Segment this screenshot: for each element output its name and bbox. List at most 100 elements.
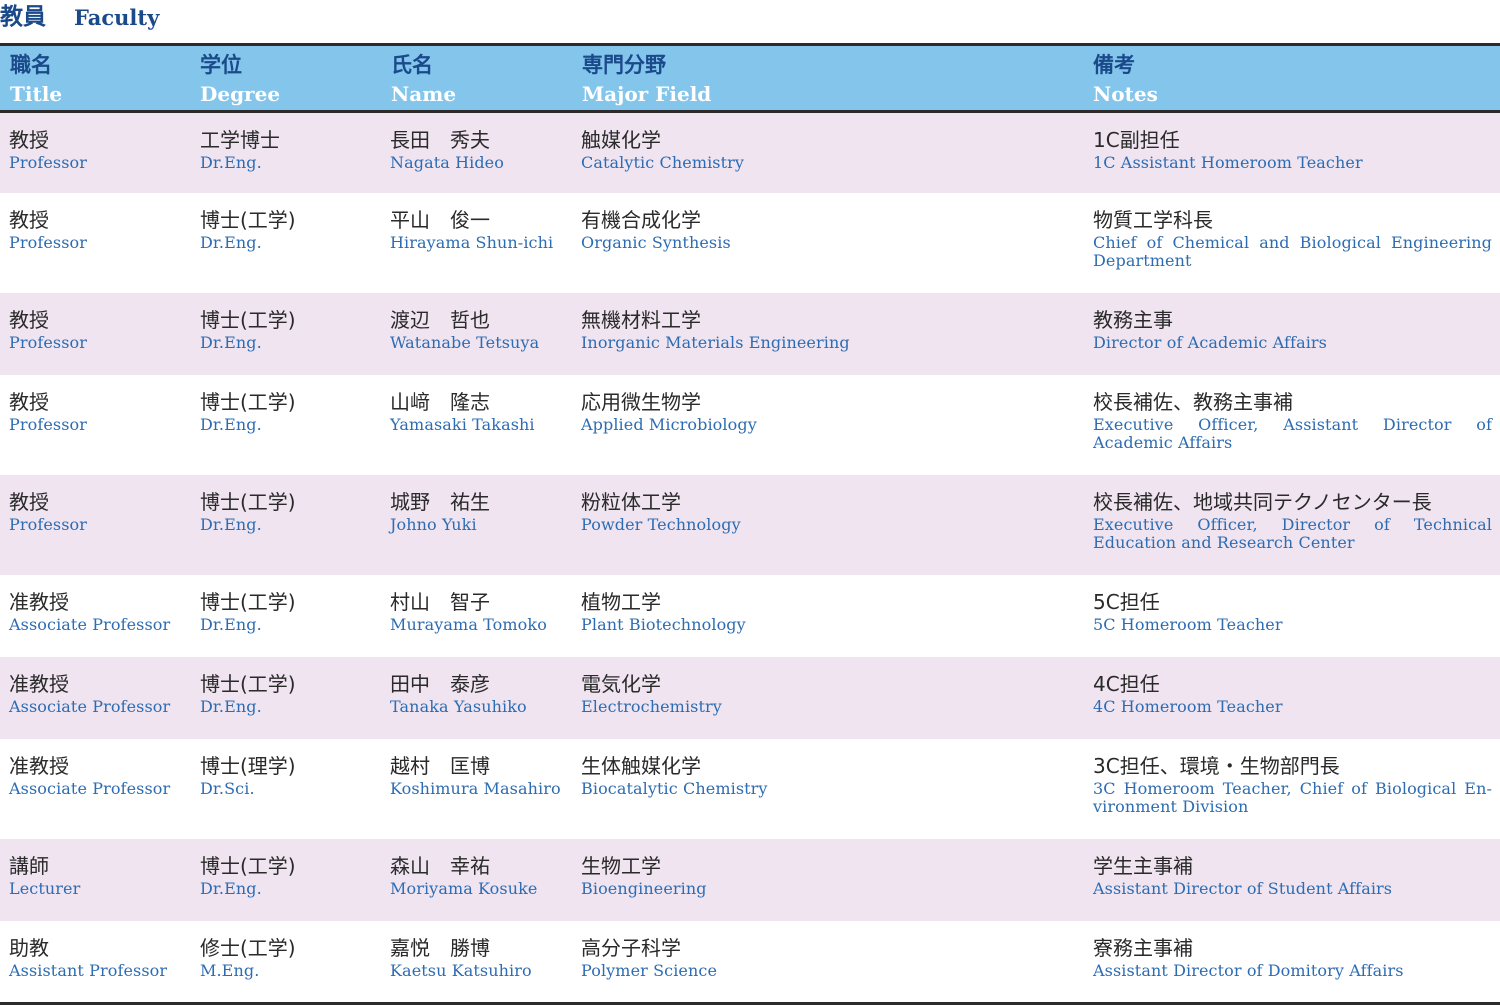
notes-cell: 3C担任、環境・生物部門長 3C Homeroom Teacher, Chief… — [1093, 754, 1493, 816]
degree-ja: 工学博士 — [200, 128, 280, 152]
title-cell: 教授 Professor — [9, 208, 189, 252]
field-en: Bioengineering — [581, 879, 707, 898]
notes-ja: 5C担任 — [1093, 590, 1160, 614]
column-header-en: Title — [10, 82, 63, 106]
title-en: Professor — [9, 333, 88, 352]
table-row: 教授 Professor 博士(工学) Dr.Eng. 城野 祐生 Johno … — [0, 475, 1500, 575]
title-cell: 准教授 Associate Professor — [9, 672, 189, 716]
faculty-table-header: 職名 Title 学位 Degree 氏名 Name 専門分野 Major Fi… — [0, 46, 1500, 110]
column-header-ja: 氏名 — [391, 53, 433, 77]
name-ja: 村山 智子 — [390, 590, 490, 614]
notes-ja: 物質工学科長 — [1093, 208, 1213, 232]
notes-cell: 5C担任 5C Homeroom Teacher — [1093, 590, 1493, 634]
name-cell: 越村 匡博 Koshimura Masahiro — [390, 754, 575, 798]
column-header-ja: 職名 — [10, 53, 52, 77]
degree-ja: 博士(工学) — [200, 308, 296, 332]
table-row: 講師 Lecturer 博士(工学) Dr.Eng. 森山 幸祐 Moriyam… — [0, 839, 1500, 921]
name-en: Watanabe Tetsuya — [390, 333, 540, 352]
notes-en: Assistant Director of Domitory Affairs — [1093, 961, 1404, 980]
name-cell: 嘉悦 勝博 Kaetsu Katsuhiro — [390, 936, 575, 980]
notes-ja: 1C副担任 — [1093, 128, 1180, 152]
name-ja: 渡辺 哲也 — [390, 308, 490, 332]
title-cell: 准教授 Associate Professor — [9, 590, 189, 634]
degree-en: Dr.Eng. — [200, 333, 262, 352]
field-cell: 応用微生物学 Applied Microbiology — [581, 390, 1081, 434]
notes-cell: 校長補佐、教務主事補 Executive Officer, Assistant … — [1093, 390, 1493, 452]
name-en: Nagata Hideo — [390, 153, 504, 172]
title-cell: 教授 Professor — [9, 490, 189, 534]
table-row: 教授 Professor 博士(工学) Dr.Eng. 渡辺 哲也 Watana… — [0, 293, 1500, 375]
degree-en: Dr.Eng. — [200, 515, 262, 534]
name-cell: 長田 秀夫 Nagata Hideo — [390, 128, 575, 172]
notes-ja: 校長補佐、地域共同テクノセンター長 — [1093, 490, 1432, 514]
field-ja: 粉粒体工学 — [581, 490, 681, 514]
notes-cell: 学生主事補 Assistant Director of Student Affa… — [1093, 854, 1493, 898]
field-en: Inorganic Materials Engineering — [581, 333, 850, 352]
field-ja: 触媒化学 — [581, 128, 661, 152]
name-ja: 越村 匡博 — [390, 754, 490, 778]
notes-cell: 物質工学科長 Chief of Chemical and Biological … — [1093, 208, 1493, 270]
degree-cell: 博士(工学) Dr.Eng. — [200, 490, 380, 534]
notes-en: Executive Officer, Assistant Director of… — [1093, 415, 1492, 452]
notes-ja: 教務主事 — [1093, 308, 1173, 332]
field-cell: 粉粒体工学 Powder Technology — [581, 490, 1081, 534]
degree-en: Dr.Eng. — [200, 415, 262, 434]
title-ja: 教授 — [9, 308, 49, 332]
name-cell: 渡辺 哲也 Watanabe Tetsuya — [390, 308, 575, 352]
notes-en: Director of Academic Affairs — [1093, 333, 1327, 352]
table-row: 助教 Assistant Professor 修士(工学) M.Eng. 嘉悦 … — [0, 921, 1500, 1002]
field-cell: 高分子科学 Polymer Science — [581, 936, 1081, 980]
field-en: Organic Synthesis — [581, 233, 731, 252]
name-cell: 平山 俊一 Hirayama Shun-ichi — [390, 208, 575, 252]
degree-ja: 博士(工学) — [200, 672, 296, 696]
table-row: 准教授 Associate Professor 博士(工学) Dr.Eng. 田… — [0, 657, 1500, 739]
title-cell: 講師 Lecturer — [9, 854, 189, 898]
notes-cell: 教務主事 Director of Academic Affairs — [1093, 308, 1493, 352]
name-en: Johno Yuki — [390, 515, 477, 534]
name-cell: 山﨑 隆志 Yamasaki Takashi — [390, 390, 575, 434]
name-cell: 森山 幸祐 Moriyama Kosuke — [390, 854, 575, 898]
degree-en: Dr.Eng. — [200, 153, 262, 172]
name-cell: 田中 泰彦 Tanaka Yasuhiko — [390, 672, 575, 716]
field-en: Catalytic Chemistry — [581, 153, 745, 172]
notes-cell: 校長補佐、地域共同テクノセンター長 Executive Officer, Dir… — [1093, 490, 1493, 552]
table-row: 教授 Professor 博士(工学) Dr.Eng. 平山 俊一 Hiraya… — [0, 193, 1500, 293]
notes-cell: 1C副担任 1C Assistant Homeroom Teacher — [1093, 128, 1493, 172]
field-cell: 生物工学 Bioengineering — [581, 854, 1081, 898]
column-header-en: Notes — [1093, 82, 1158, 106]
title-ja: 准教授 — [9, 590, 69, 614]
degree-en: Dr.Eng. — [200, 615, 262, 634]
name-en: Hirayama Shun-ichi — [390, 233, 554, 252]
name-cell: 城野 祐生 Johno Yuki — [390, 490, 575, 534]
title-en: Professor — [9, 415, 88, 434]
field-cell: 有機合成化学 Organic Synthesis — [581, 208, 1081, 252]
field-ja: 生体触媒化学 — [581, 754, 701, 778]
title-ja: 教授 — [9, 208, 49, 232]
degree-ja: 博士(工学) — [200, 390, 296, 414]
notes-cell: 寮務主事補 Assistant Director of Domitory Aff… — [1093, 936, 1493, 980]
title-en: Lecturer — [9, 879, 81, 898]
field-en: Polymer Science — [581, 961, 718, 980]
column-header-en: Name — [391, 82, 457, 106]
page-title-en: Faculty — [74, 5, 160, 30]
notes-ja: 校長補佐、教務主事補 — [1093, 390, 1293, 414]
title-cell: 助教 Assistant Professor — [9, 936, 189, 980]
table-row: 教授 Professor 博士(工学) Dr.Eng. 山﨑 隆志 Yamasa… — [0, 375, 1500, 475]
field-ja: 植物工学 — [581, 590, 661, 614]
bottom-divider — [0, 1002, 1500, 1005]
notes-ja: 4C担任 — [1093, 672, 1160, 696]
name-ja: 平山 俊一 — [390, 208, 490, 232]
degree-cell: 修士(工学) M.Eng. — [200, 936, 380, 980]
degree-cell: 博士(理学) Dr.Sci. — [200, 754, 380, 798]
notes-en: 4C Homeroom Teacher — [1093, 697, 1283, 716]
table-row: 准教授 Associate Professor 博士(理学) Dr.Sci. 越… — [0, 739, 1500, 839]
name-ja: 長田 秀夫 — [390, 128, 490, 152]
field-ja: 電気化学 — [581, 672, 661, 696]
name-ja: 山﨑 隆志 — [390, 390, 490, 414]
title-en: Professor — [9, 233, 88, 252]
degree-en: Dr.Eng. — [200, 697, 262, 716]
field-cell: 植物工学 Plant Biotechnology — [581, 590, 1081, 634]
column-header-en: Major Field — [582, 82, 712, 106]
degree-cell: 博士(工学) Dr.Eng. — [200, 854, 380, 898]
name-en: Koshimura Masahiro — [390, 779, 561, 798]
